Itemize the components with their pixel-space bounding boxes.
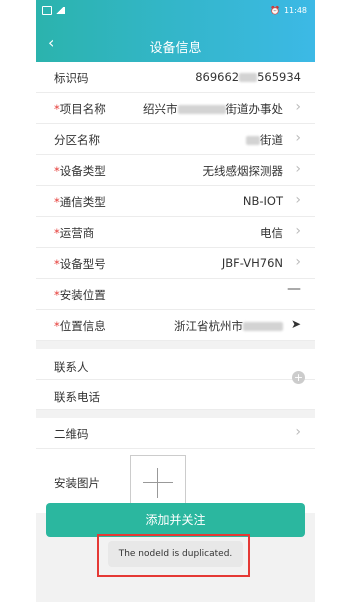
contact-phone-label: 联系电话 bbox=[54, 390, 100, 404]
status-bar: ⏰ 11:48 bbox=[36, 0, 315, 22]
add-contact-icon[interactable]: + bbox=[292, 371, 305, 384]
field-value: NB-IOT bbox=[242, 194, 283, 208]
field-label: 分区名称 bbox=[54, 133, 100, 147]
field-value: 无线感烟探测器 bbox=[202, 164, 284, 178]
field-label: *设备类型 bbox=[54, 163, 106, 179]
chevron-right-icon: › bbox=[295, 254, 301, 270]
redacted bbox=[246, 136, 260, 145]
redacted bbox=[239, 73, 258, 82]
field-value-text: 869662 bbox=[195, 70, 240, 84]
field-value-text: 浙江省杭州市 bbox=[174, 319, 243, 333]
field-location-info[interactable]: *位置信息 浙江省杭州市 ➤ bbox=[36, 310, 315, 341]
status-left bbox=[42, 6, 65, 15]
chevron-right-icon: › bbox=[295, 99, 301, 115]
device-info-list: 标识码 869662 565934 *项目名称 绍兴市 街道办事处 › 分区名称 街… bbox=[36, 62, 315, 513]
qr-row[interactable]: 二维码 › bbox=[36, 418, 315, 449]
redacted bbox=[177, 105, 226, 114]
field-label: *项目名称 bbox=[54, 101, 106, 117]
navigation-arrow-icon[interactable]: ➤ bbox=[291, 317, 301, 331]
label-text: 通信类型 bbox=[59, 195, 106, 209]
field-project[interactable]: *项目名称 绍兴市 街道办事处 › bbox=[36, 93, 315, 124]
label-text: 设备类型 bbox=[59, 164, 106, 178]
redacted bbox=[243, 322, 283, 331]
field-value: 浙江省杭州市 bbox=[174, 318, 283, 334]
contact-person-label: 联系人 bbox=[54, 360, 89, 374]
field-comm-type[interactable]: *通信类型 NB-IOT › bbox=[36, 186, 315, 217]
status-right: ⏰ 11:48 bbox=[270, 6, 307, 15]
field-value-suffix: 街道 bbox=[260, 133, 283, 147]
field-install-location[interactable]: *安装位置 — bbox=[36, 279, 315, 310]
alarm-icon: ⏰ bbox=[269, 6, 280, 15]
status-time: 11:48 bbox=[283, 6, 307, 15]
field-device-type[interactable]: *设备类型 无线感烟探测器 › bbox=[36, 155, 315, 186]
field-label: *通信类型 bbox=[54, 194, 106, 210]
field-label: *设备型号 bbox=[54, 256, 106, 272]
qr-label: 二维码 bbox=[54, 427, 89, 441]
collapse-icon[interactable]: — bbox=[287, 281, 301, 297]
label-text: 位置信息 bbox=[59, 319, 106, 333]
field-value: 869662 565934 bbox=[195, 70, 301, 84]
chevron-right-icon: › bbox=[295, 424, 301, 440]
app-header: ⏰ 11:48 ‹ 设备信息 bbox=[36, 0, 315, 62]
field-value: 电信 bbox=[260, 226, 283, 240]
chevron-right-icon: › bbox=[295, 161, 301, 177]
field-label: *安装位置 bbox=[54, 287, 106, 303]
label-text: 项目名称 bbox=[59, 102, 106, 116]
field-value-text: 绍兴市 bbox=[143, 102, 178, 116]
field-value: 街道 bbox=[246, 132, 283, 148]
add-and-follow-button[interactable]: 添加并关注 bbox=[46, 503, 305, 537]
field-operator[interactable]: *运营商 电信 › bbox=[36, 217, 315, 248]
phone-screen: ⏰ 11:48 ‹ 设备信息 标识码 869662 565934 *项目名称 绍兴… bbox=[36, 0, 315, 602]
install-photo-label: 安装图片 bbox=[54, 476, 100, 490]
label-text: 安装位置 bbox=[59, 288, 106, 302]
page-title: 设备信息 bbox=[149, 41, 202, 56]
sim-icon bbox=[42, 6, 52, 15]
field-value: JBF-VH76N bbox=[221, 256, 283, 270]
field-value-suffix: 街道办事处 bbox=[225, 102, 284, 116]
chevron-right-icon: › bbox=[295, 192, 301, 208]
chevron-right-icon: › bbox=[295, 130, 301, 146]
field-label: *运营商 bbox=[54, 225, 94, 241]
field-model[interactable]: *设备型号 JBF-VH76N › bbox=[36, 248, 315, 279]
field-label: 标识码 bbox=[54, 71, 89, 85]
highlight-box bbox=[97, 534, 250, 577]
field-id: 标识码 869662 565934 bbox=[36, 62, 315, 93]
chevron-right-icon: › bbox=[295, 223, 301, 239]
field-value: 绍兴市 街道办事处 bbox=[143, 101, 283, 117]
field-zone[interactable]: 分区名称 街道 › bbox=[36, 124, 315, 155]
label-text: 设备型号 bbox=[59, 257, 106, 271]
divider bbox=[36, 379, 315, 380]
signal-icon bbox=[55, 7, 65, 14]
field-value-suffix: 565934 bbox=[257, 70, 301, 84]
label-text: 运营商 bbox=[59, 226, 95, 240]
field-label: *位置信息 bbox=[54, 318, 106, 334]
contact-section: 联系人 联系电话 + bbox=[36, 349, 315, 410]
